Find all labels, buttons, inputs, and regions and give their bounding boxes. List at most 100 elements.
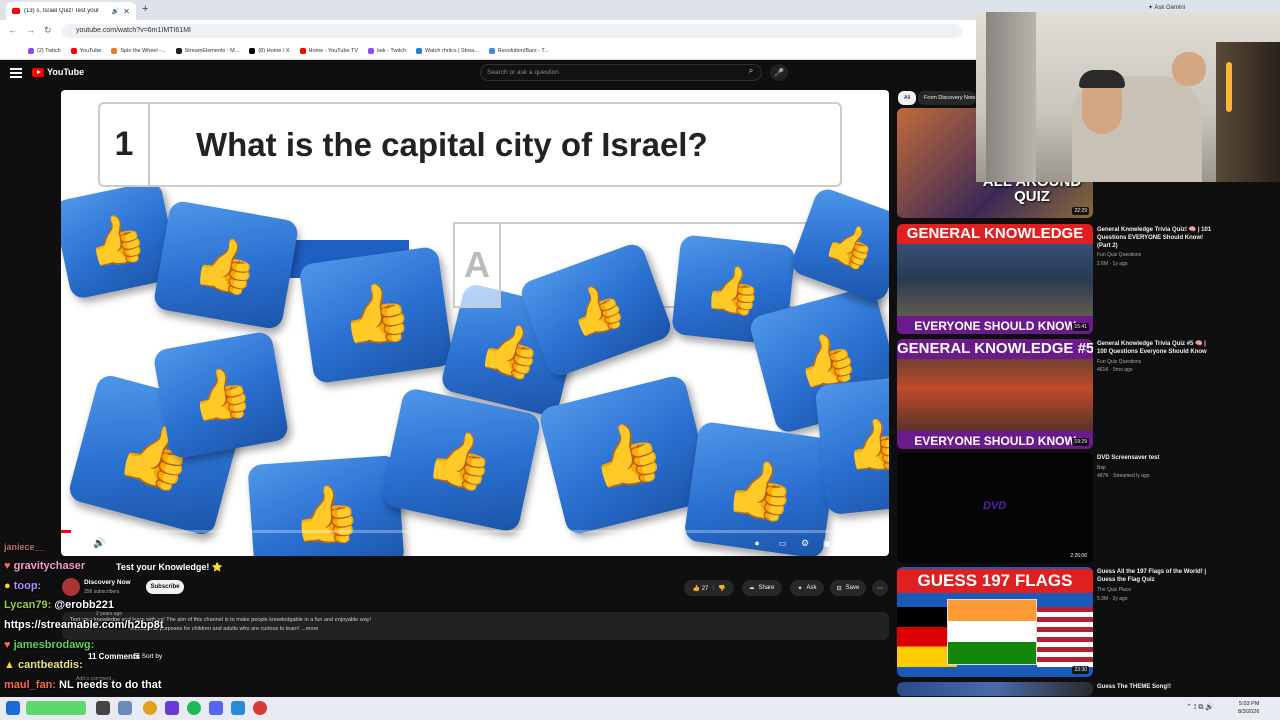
ask-button[interactable]: ✦ Ask bbox=[790, 580, 824, 596]
subscribe-button[interactable]: Subscribe bbox=[146, 580, 184, 594]
app-icon[interactable] bbox=[96, 701, 110, 715]
video-duration: 23:30 bbox=[1072, 666, 1089, 674]
close-tab-icon[interactable]: ✕ bbox=[123, 7, 130, 16]
thumbs-up-icon: 👍 bbox=[814, 374, 889, 516]
sidebar-thumbnail[interactable]: GENERAL KNOWLEDGE EVERYONE SHOULD KNOW 1… bbox=[897, 224, 1093, 334]
sidebar-channel[interactable]: Fun Quiz Questions bbox=[1097, 359, 1141, 365]
spotify-icon[interactable] bbox=[187, 701, 201, 715]
question-box: 1 What is the capital city of Israel? bbox=[98, 102, 842, 187]
theater-icon[interactable]: ▭ bbox=[845, 539, 853, 548]
captions-icon[interactable]: ▭ bbox=[779, 539, 787, 548]
sidebar-thumbnail[interactable]: GENERAL KNOWLEDGE #5 EVERYONE SHOULD KNO… bbox=[897, 339, 1093, 449]
comments-count: 11 Comments bbox=[88, 652, 141, 661]
bookmark-kek-twitch[interactable]: kek - Twitch bbox=[368, 47, 406, 54]
sidebar-video-title[interactable]: General Knowledge Trivia Quiz! 🧠 | 101 Q… bbox=[1097, 226, 1217, 250]
bookmark-watch[interactable]: Watch rhrlics | Strea... bbox=[416, 47, 479, 54]
settings-gear-icon[interactable]: ⚙ bbox=[801, 538, 809, 549]
sort-by-button[interactable]: ☰ Sort by bbox=[134, 652, 162, 660]
sparkle-icon: ✦ bbox=[797, 585, 803, 592]
autoplay-toggle[interactable]: ⏺ bbox=[755, 539, 759, 549]
sidebar-video-title[interactable]: DVD Screensaver test bbox=[1097, 454, 1217, 462]
ask-gemini-button[interactable]: ✦ Ask Gemini bbox=[1148, 4, 1185, 11]
question-text: What is the capital city of Israel? bbox=[196, 126, 708, 163]
chat-badge-icon: ♥ bbox=[4, 560, 11, 572]
pause-icon[interactable]: ❚❚ bbox=[69, 538, 86, 549]
thumbs-up-icon: 👍 bbox=[380, 386, 542, 534]
dvd-logo-icon: DVD bbox=[983, 500, 1007, 512]
new-tab-button[interactable]: + bbox=[142, 3, 148, 15]
video-duration: 19:29 bbox=[1072, 438, 1089, 446]
chip-all[interactable]: All bbox=[898, 91, 917, 105]
sidebar-channel[interactable]: The Quiz Place bbox=[1097, 587, 1131, 593]
chat-badge-icon: ● bbox=[4, 580, 11, 592]
chat-message: ▲ cantbeatdis: bbox=[4, 659, 83, 671]
sidebar-video-title[interactable]: General Knowledge Trivia Quiz #5 🧠 | 100… bbox=[1097, 340, 1217, 356]
discord-icon[interactable] bbox=[209, 701, 223, 715]
bookmark-spin-wheel[interactable]: Spin the Wheel -... bbox=[111, 47, 166, 54]
system-tray-icons[interactable]: ⌃ ⟟ ⧉ 🔊 bbox=[1186, 703, 1214, 712]
fullscreen-icon[interactable]: ⛶ bbox=[867, 538, 873, 549]
chip-from-channel[interactable]: From Discovery Now bbox=[918, 91, 976, 105]
india-flag-icon bbox=[947, 599, 1037, 665]
search-input[interactable]: Search or ask a question bbox=[480, 64, 762, 81]
thumbs-up-icon: 👍 bbox=[298, 245, 454, 385]
bookmark-streamelements[interactable]: StreamElements - M... bbox=[175, 47, 239, 54]
chrome-icon[interactable] bbox=[143, 701, 157, 715]
app-icon[interactable] bbox=[231, 701, 245, 715]
clock-date: 8/3/2026 bbox=[1238, 709, 1260, 715]
video-player[interactable]: 👍 👍 👍 👍 👍 👍 👍 👍 👍 👍 👍 👍 👍 👍 👍 A 1 What i… bbox=[61, 90, 889, 556]
miniplayer-icon[interactable]: ▣ bbox=[823, 539, 831, 548]
bookmark-twitch[interactable]: (2) Twitch bbox=[28, 47, 61, 54]
chat-message: ♥ gravitychaser bbox=[4, 560, 86, 572]
sidebar-video-title[interactable]: Guess All the 197 Flags of the World! | … bbox=[1097, 568, 1217, 584]
channel-avatar[interactable] bbox=[62, 578, 80, 596]
progress-bar[interactable] bbox=[61, 530, 889, 533]
sidebar-meta: 487K · Streamed ly ago bbox=[1097, 473, 1150, 479]
description-line: Test your knowledge and learn with us! T… bbox=[70, 617, 372, 623]
forward-icon[interactable]: → bbox=[26, 25, 35, 35]
bookmark-revolution[interactable]: Revolution/Bars - T... bbox=[488, 47, 549, 54]
clock[interactable]: 5:03 PM 8/3/2026 bbox=[1238, 700, 1259, 716]
browser-tab[interactable]: (13) s, Israel Quiz! Test your 🔊 ✕ bbox=[6, 2, 136, 20]
description-line: educational purposes for children and ad… bbox=[130, 626, 319, 632]
like-dislike-pill: 👍 27 | 👎 bbox=[684, 580, 734, 596]
video-duration: 22:29 bbox=[1072, 207, 1089, 215]
app-icon[interactable] bbox=[118, 701, 132, 715]
sidebar-thumbnail[interactable]: GUESS 197 FLAGS 23:30 bbox=[897, 567, 1093, 677]
bookmark-youtube-tv[interactable]: Home - YouTube TV bbox=[299, 47, 358, 54]
dislike-button[interactable]: 👎 bbox=[718, 585, 725, 592]
microphone-icon[interactable]: 🎤 bbox=[770, 64, 788, 81]
reload-icon[interactable]: ↻ bbox=[44, 25, 52, 36]
back-icon[interactable]: ← bbox=[8, 25, 17, 35]
share-button[interactable]: ➦ Share bbox=[742, 580, 782, 596]
sidebar-channel[interactable]: Bap bbox=[1097, 465, 1106, 471]
speaker-icon[interactable]: 🔊 bbox=[112, 8, 119, 15]
video-duration: 2:26:06 bbox=[1068, 552, 1089, 560]
url-field[interactable]: youtube.com/watch?v=6m1IMTI61MI bbox=[62, 24, 962, 38]
start-icon[interactable] bbox=[6, 701, 20, 715]
bookmark-x[interactable]: (8) Home / X bbox=[249, 47, 290, 54]
sidebar-thumbnail[interactable] bbox=[897, 682, 1093, 696]
sidebar-thumbnail[interactable]: DVD 2:26:06 bbox=[897, 453, 1093, 563]
bookmark-youtube[interactable]: YouTube bbox=[70, 47, 101, 54]
thumbnail-text: EVERYONE SHOULD KNOW bbox=[897, 431, 1093, 449]
like-button[interactable]: 👍 27 bbox=[693, 585, 709, 592]
youtube-favicon-icon bbox=[12, 8, 20, 14]
app-icon[interactable] bbox=[26, 701, 86, 715]
youtube-logo[interactable]: YouTube bbox=[32, 67, 84, 77]
sidebar-video-title[interactable]: Guess The THEME Song!! bbox=[1097, 683, 1217, 691]
app-icon[interactable] bbox=[253, 701, 267, 715]
app-icon[interactable] bbox=[165, 701, 179, 715]
answer-letter: A bbox=[453, 222, 501, 308]
search-icon[interactable]: ⌕ bbox=[742, 66, 760, 79]
sidebar-channel[interactable]: Fun Quiz Questions bbox=[1097, 252, 1141, 258]
streamer-hand bbox=[1172, 52, 1206, 86]
volume-icon[interactable]: 🔊 bbox=[93, 538, 105, 549]
bookmark-icon: ⊟ bbox=[836, 585, 842, 592]
thumbnail-text: GENERAL KNOWLEDGE bbox=[897, 224, 1093, 244]
channel-name[interactable]: Discovery Now bbox=[84, 579, 131, 586]
video-description[interactable]: Test your knowledge and learn with us! T… bbox=[62, 612, 889, 640]
more-actions-icon[interactable]: ⋯ bbox=[872, 580, 888, 596]
hamburger-menu-icon[interactable] bbox=[10, 68, 22, 78]
save-button[interactable]: ⊟ Save bbox=[830, 580, 866, 596]
